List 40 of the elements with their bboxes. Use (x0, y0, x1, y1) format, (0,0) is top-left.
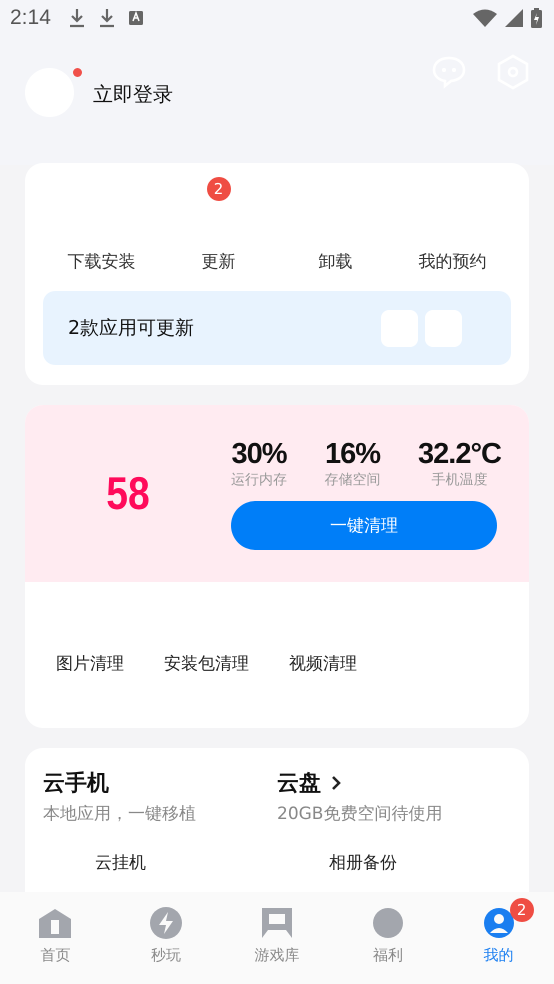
clean-tool-link[interactable]: 图片清理 (56, 652, 124, 675)
nav-tab[interactable]: 2 我的 (443, 892, 554, 984)
cloud-subtitle: 20GB免费空间待使用 (277, 803, 444, 825)
lightning-icon (149, 906, 184, 940)
count-badge: 2 (206, 177, 230, 201)
stat-label: 存储空间 (324, 470, 380, 488)
stat-label: 手机温度 (431, 470, 488, 488)
login-link[interactable]: 立即登录 (93, 81, 173, 108)
signal-icon (505, 9, 523, 27)
status-time: 2:14 (10, 6, 51, 30)
battery-icon (531, 8, 542, 28)
person-icon (482, 906, 516, 940)
home-icon (38, 906, 72, 940)
update-banner[interactable]: 2款应用可更新 (43, 291, 511, 365)
manage-tab[interactable]: 我的预约 (418, 250, 486, 273)
manage-tab[interactable]: 下载安装 (68, 250, 136, 273)
manage-tab[interactable]: 卸载 (318, 250, 352, 273)
manage-tab[interactable]: 更新 (202, 250, 236, 273)
score-value: 58 (105, 466, 151, 520)
keyboard-icon (128, 10, 143, 26)
clean-tool-link[interactable]: 视频清理 (289, 652, 357, 675)
cloud-title[interactable]: 云盘 (277, 768, 321, 798)
cloud-action[interactable]: 相册备份 (329, 851, 511, 874)
avatar[interactable] (25, 68, 74, 117)
clean-tool-link[interactable]: 安装包清理 (164, 652, 249, 675)
stat-value: 32.2°C (418, 438, 501, 470)
stat-value: 30% (231, 438, 287, 470)
download-icon (98, 8, 115, 28)
wifi-icon (473, 9, 497, 27)
update-text: 2款应用可更新 (68, 316, 194, 341)
clean-button[interactable]: 一键清理 (231, 500, 497, 550)
cloud-subtitle: 本地应用，一键移植 (43, 803, 197, 825)
cloud-title[interactable]: 云手机 (43, 768, 109, 798)
count-badge: 2 (510, 898, 534, 922)
download-icon (68, 8, 85, 28)
chevron-icon[interactable] (331, 775, 341, 791)
cloud-action[interactable]: 云挂机 (95, 851, 277, 874)
stat-value: 16% (324, 438, 380, 470)
stat-label: 运行内存 (231, 470, 287, 488)
flag-icon (260, 906, 294, 940)
